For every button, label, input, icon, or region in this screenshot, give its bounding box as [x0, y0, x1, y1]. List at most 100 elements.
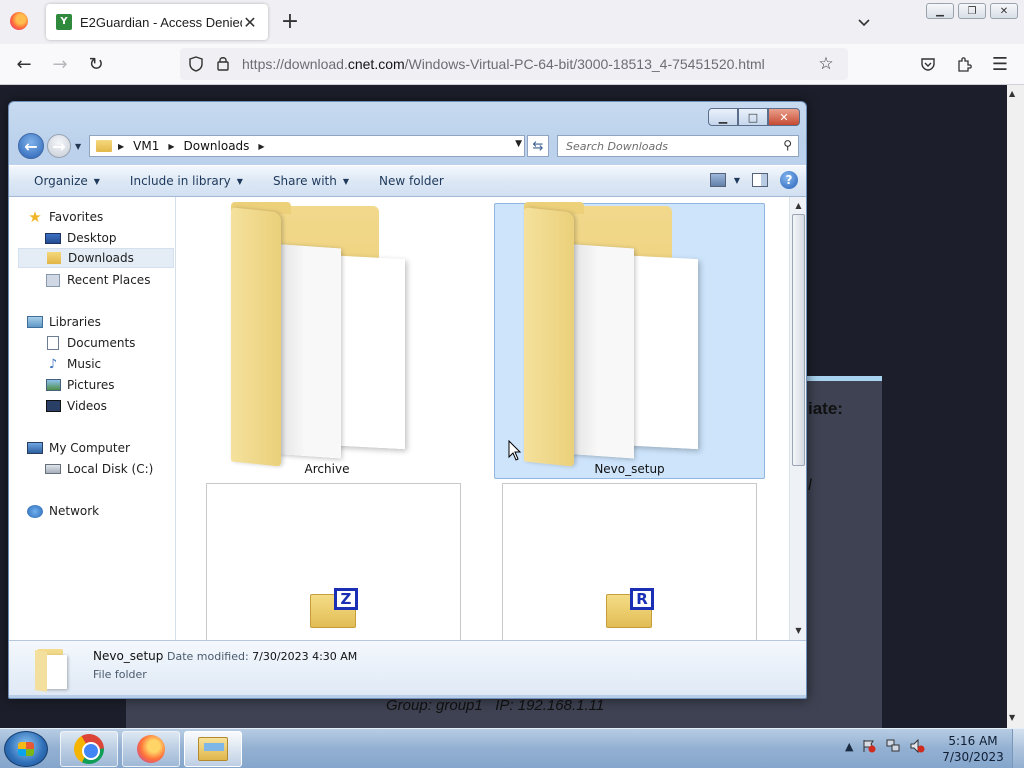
scrollbar-thumb[interactable] — [792, 214, 805, 466]
file-item-rar-archive[interactable]: R — [502, 483, 757, 640]
file-name: Archive — [304, 462, 350, 476]
chevron-right-icon[interactable]: ▶ — [258, 142, 264, 151]
page-scrollbar[interactable]: ▲ ▼ — [1007, 85, 1024, 728]
start-button[interactable] — [4, 731, 48, 767]
file-item-archive[interactable]: Archive — [197, 202, 457, 479]
browser-navbar: ← → ↻ https://download.cnet.com/Windows-… — [0, 44, 1024, 85]
taskbar: ▲ 5:16 AM 7/30/2023 — [0, 728, 1024, 768]
scroll-down-arrow-icon[interactable]: ▼ — [790, 624, 807, 638]
recent-places-icon — [46, 273, 60, 287]
chevron-down-icon: ▼ — [733, 175, 740, 185]
restore-button[interactable]: ❐ — [958, 3, 986, 19]
minimize-button[interactable]: ▁ — [708, 108, 738, 126]
star-icon: ★ — [28, 208, 42, 226]
nav-local-disk[interactable]: Local Disk (C:) — [45, 459, 153, 479]
browser-window-controls: ▁ ❐ ✕ — [926, 3, 1018, 19]
nav-desktop[interactable]: Desktop — [45, 228, 117, 248]
computer-icon — [27, 442, 43, 454]
clock[interactable]: 5:16 AM 7/30/2023 — [936, 733, 1010, 765]
show-desktop-button[interactable] — [1012, 729, 1024, 768]
shield-icon[interactable] — [188, 56, 204, 72]
taskbar-firefox-button[interactable] — [122, 731, 180, 767]
clock-time: 5:16 AM — [948, 734, 998, 748]
list-all-tabs-icon[interactable] — [856, 14, 872, 30]
taskbar-chrome-button[interactable] — [60, 731, 118, 767]
share-with-button[interactable]: Share with ▼ — [255, 174, 361, 188]
breadcrumb-vm1[interactable]: VM1 — [133, 139, 159, 153]
taskbar-explorer-button[interactable] — [184, 731, 242, 767]
nav-network[interactable]: Network — [27, 501, 99, 521]
pocket-icon[interactable] — [920, 56, 936, 72]
file-list-scrollbar[interactable]: ▲ ▼ — [789, 197, 806, 640]
close-button[interactable]: ✕ — [990, 3, 1018, 19]
chevron-down-icon: ▼ — [342, 176, 349, 186]
chevron-right-icon[interactable]: ▶ — [168, 142, 174, 151]
new-tab-button[interactable]: + — [280, 10, 300, 34]
search-icon[interactable]: ⚲ — [783, 138, 792, 152]
back-arrow-icon[interactable]: ← — [14, 54, 34, 75]
network-icon[interactable] — [885, 739, 901, 753]
nav-pictures[interactable]: Pictures — [45, 375, 115, 395]
close-button[interactable]: ✕ — [768, 108, 800, 126]
forward-arrow-icon[interactable]: → — [50, 54, 70, 75]
volume-muted-icon[interactable] — [909, 739, 925, 753]
reload-icon[interactable]: ↻ — [86, 54, 106, 75]
change-view-button[interactable]: ▼ — [709, 173, 740, 187]
maximize-button[interactable]: □ — [738, 108, 768, 126]
address-dropdown-icon[interactable]: ▼ — [515, 139, 522, 149]
address-bar[interactable]: ▶ VM1 ▶ Downloads ▶ ▼ — [89, 135, 525, 157]
tab-favicon-icon: Y — [56, 14, 72, 30]
url-text[interactable]: https://download.cnet.com/Windows-Virtua… — [242, 56, 765, 72]
tab-close-icon[interactable]: ✕ — [242, 13, 258, 32]
scroll-up-arrow-icon[interactable]: ▲ — [1009, 89, 1015, 98]
documents-icon — [47, 336, 59, 350]
help-icon[interactable]: ? — [780, 171, 798, 189]
details-date-modified: Date modified: 7/30/2023 4:30 AM — [167, 650, 358, 663]
mouse-cursor-icon — [508, 440, 522, 461]
include-in-library-button[interactable]: Include in library ▼ — [112, 174, 255, 188]
search-input[interactable] — [558, 136, 768, 156]
show-hidden-icons-icon[interactable]: ▲ — [845, 740, 853, 753]
command-bar: Organize ▼ Include in library ▼ Share with… — [9, 165, 806, 197]
nav-favorites[interactable]: ★ Favorites — [27, 207, 103, 227]
zip-archive-icon: Z — [310, 588, 358, 628]
nav-music[interactable]: ♪ Music — [45, 354, 101, 374]
preview-pane-icon[interactable] — [752, 173, 768, 187]
nav-recent-places[interactable]: Recent Places — [45, 270, 150, 290]
refresh-button[interactable]: ⇆ — [527, 135, 549, 157]
bookmark-star-icon[interactable]: ☆ — [816, 54, 836, 74]
organize-button[interactable]: Organize ▼ — [9, 174, 112, 188]
details-file-type: File folder — [93, 668, 147, 681]
search-box[interactable]: ⚲ — [557, 135, 799, 157]
system-tray: ▲ — [845, 739, 925, 753]
nav-downloads[interactable]: Downloads — [18, 248, 174, 268]
menu-hamburger-icon[interactable]: ☰ — [990, 54, 1010, 75]
back-button[interactable]: ← — [18, 133, 44, 159]
lock-icon[interactable] — [216, 55, 230, 72]
minimize-button[interactable]: ▁ — [926, 3, 954, 19]
folder-icon — [231, 202, 407, 467]
firefox-view-icon[interactable] — [10, 12, 28, 30]
browser-tab[interactable]: Y E2Guardian - Access Denied ✕ — [46, 4, 268, 40]
libraries-icon — [27, 316, 43, 328]
file-explorer-icon — [198, 737, 228, 761]
nav-videos[interactable]: Videos — [45, 396, 107, 416]
nav-documents[interactable]: Documents — [45, 333, 135, 353]
nav-my-computer[interactable]: My Computer — [27, 438, 130, 458]
action-center-flag-icon[interactable] — [861, 739, 877, 753]
scroll-down-arrow-icon[interactable]: ▼ — [1009, 713, 1015, 722]
new-folder-button[interactable]: New folder — [361, 174, 456, 188]
forward-button[interactable]: → — [47, 134, 71, 158]
pictures-icon — [45, 379, 61, 391]
file-item-nevo-setup[interactable]: Nevo_setup — [494, 202, 765, 479]
recent-pages-chevron-icon[interactable]: ▼ — [75, 142, 81, 151]
breadcrumb-downloads[interactable]: Downloads — [184, 139, 250, 153]
downloads-folder-icon — [47, 252, 61, 264]
chevron-right-icon[interactable]: ▶ — [118, 142, 124, 151]
extensions-icon[interactable] — [956, 56, 972, 72]
chevron-down-icon: ▼ — [93, 176, 100, 186]
url-bar[interactable]: https://download.cnet.com/Windows-Virtua… — [180, 48, 848, 80]
nav-libraries[interactable]: Libraries — [27, 312, 101, 332]
file-item-zip-archive[interactable]: Z — [206, 483, 461, 640]
scroll-up-arrow-icon[interactable]: ▲ — [790, 199, 807, 213]
